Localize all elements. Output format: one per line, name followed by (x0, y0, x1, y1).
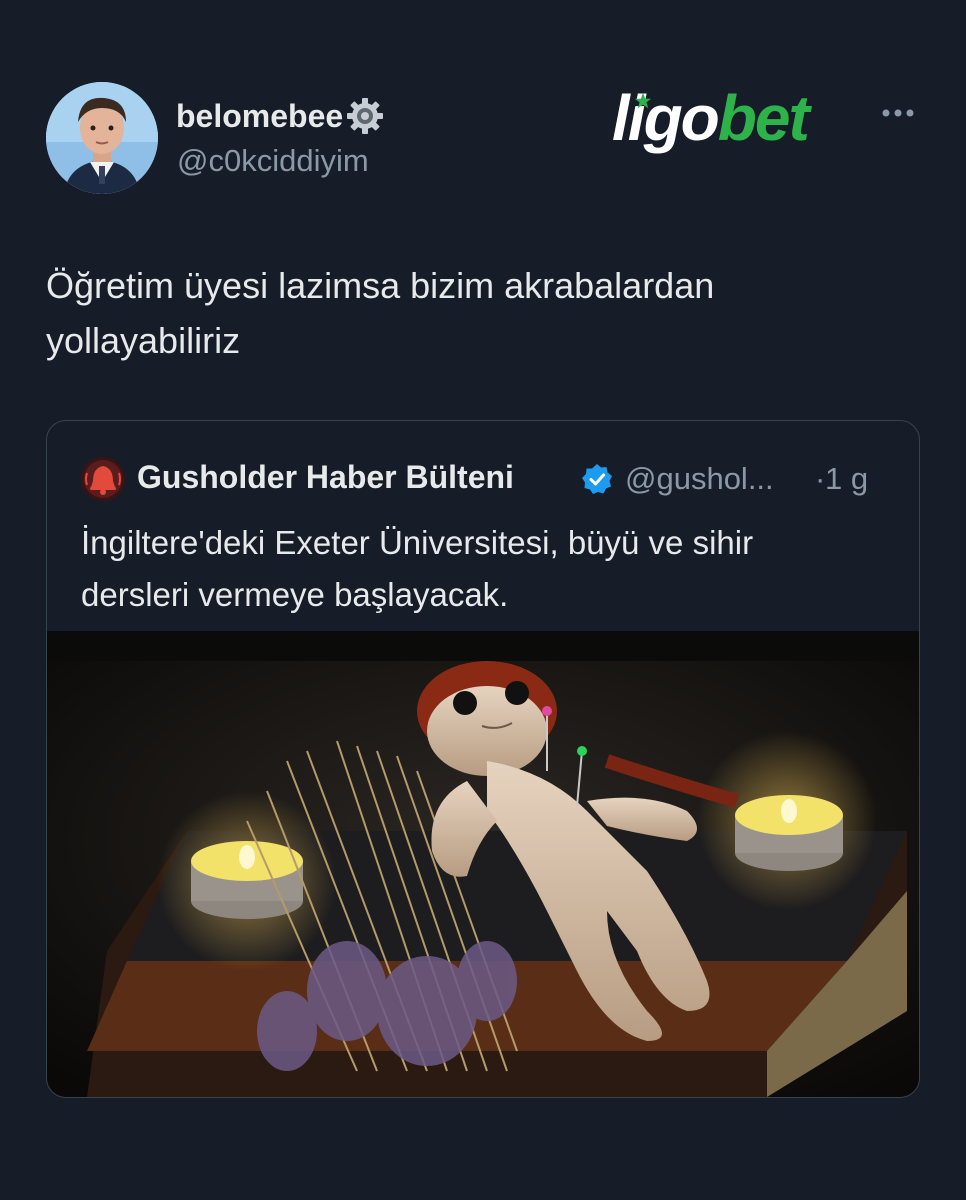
quoted-timestamp[interactable]: 1 g (825, 461, 868, 497)
profile-photo-icon (46, 82, 158, 194)
quoted-author-name[interactable]: Gusholder Haber Bülteni (137, 459, 514, 496)
quoted-text-line: İngiltere'deki Exeter Üniversitesi, büyü… (81, 524, 754, 561)
quoted-text-line: dersleri vermeye başlayacak. (81, 576, 509, 613)
tweet-text: Öğretim üyesi lazimsa bizim akrabalardan… (46, 258, 906, 368)
author-name-text: belomebee (176, 97, 344, 134)
more-icon[interactable] (878, 106, 918, 120)
tweet-text-line: Öğretim üyesi lazimsa bizim akrabalardan (46, 265, 715, 306)
verified-icon (582, 464, 612, 494)
quoted-tweet-text: İngiltere'deki Exeter Üniversitesi, büyü… (81, 517, 891, 621)
star-icon (634, 92, 652, 109)
quoted-author-handle[interactable]: @gushol... (625, 461, 774, 497)
brand-logo-part2: bet (717, 82, 810, 154)
author-handle[interactable]: @c0kciddiyim (177, 143, 369, 179)
bell-icon (81, 457, 125, 501)
tweet-text-line: yollayabiliriz (46, 320, 241, 361)
quoted-tweet-image[interactable] (47, 631, 919, 1097)
quoted-separator: · (815, 461, 826, 496)
author-display-name[interactable]: belomebee (176, 96, 385, 136)
voodoo-doll-photo (47, 631, 919, 1097)
quoted-tweet-card[interactable]: Gusholder Haber Bülteni @gushol... · 1 g… (46, 420, 920, 1098)
gear-icon (347, 98, 384, 134)
author-avatar[interactable] (46, 82, 158, 194)
brand-logo-part1: ligo (612, 82, 720, 154)
